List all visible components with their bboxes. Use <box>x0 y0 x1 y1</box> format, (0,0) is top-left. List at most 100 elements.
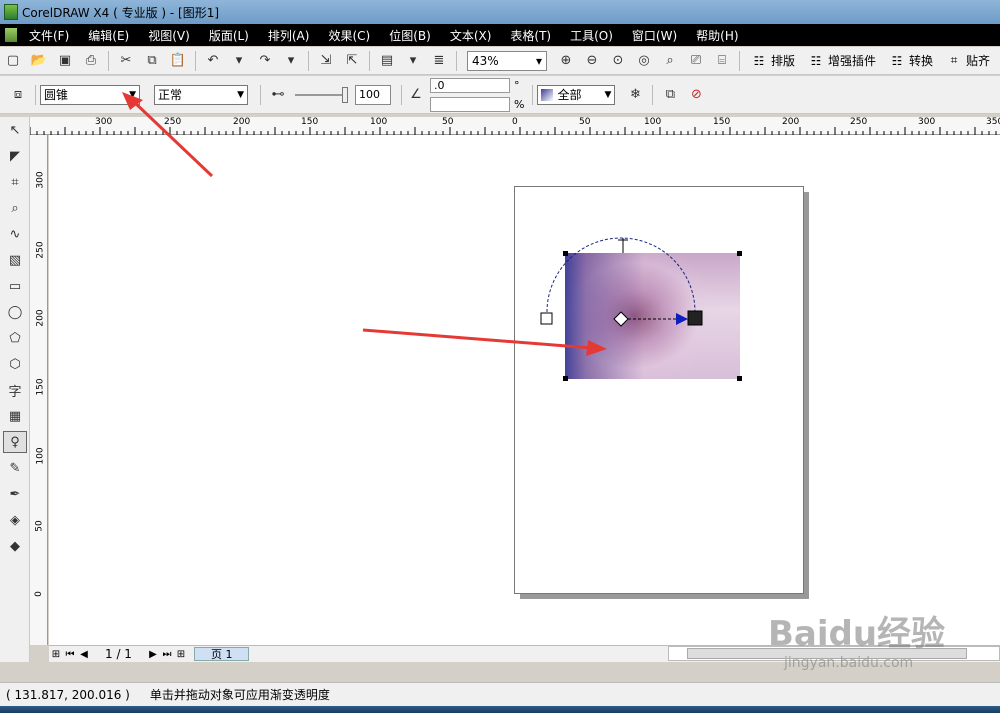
previous-page-icon[interactable]: ◀ <box>77 649 91 660</box>
clear-transparency-icon[interactable]: ⊘ <box>686 85 706 105</box>
rectangle-with-conical-transparency[interactable] <box>565 253 740 379</box>
layout-plugin-label: 排版 <box>771 54 796 68</box>
rectangle-tool-icon[interactable]: ▭ <box>3 275 27 297</box>
zoom-out-icon[interactable]: ⊖ <box>582 51 602 71</box>
copy-transparency-icon[interactable]: ⧉ <box>660 85 680 105</box>
undo-dropdown-icon[interactable]: ▾ <box>229 51 249 71</box>
horizontal-ruler[interactable]: 300 250 200 150 100 50 0 50 100 150 200 … <box>30 117 1000 135</box>
menu-view[interactable]: 视图(V) <box>148 27 190 44</box>
page-tab[interactable]: 页 1 <box>193 647 250 661</box>
transparency-type-select[interactable]: 圆锥 ▼ <box>40 84 140 105</box>
ellipse-tool-icon[interactable]: ◯ <box>3 301 27 323</box>
zoom-selected-icon[interactable]: ⊙ <box>608 51 628 71</box>
midpoint-slider[interactable] <box>295 86 348 103</box>
menu-window[interactable]: 窗口(W) <box>632 27 677 44</box>
basic-shapes-tool-icon[interactable]: ⬡ <box>3 353 27 375</box>
last-page-icon[interactable]: ⏭ <box>160 649 174 660</box>
pick-tool-icon[interactable]: ↖ <box>3 119 27 141</box>
crop-tool-icon[interactable]: ⌗ <box>3 171 27 193</box>
print-icon[interactable]: ⎙ <box>81 51 101 71</box>
menu-help[interactable]: 帮助(H) <box>696 27 738 44</box>
selection-handle[interactable] <box>737 251 742 256</box>
baidu-watermark: Baidu经验 jingyan.baidu.com <box>768 606 988 692</box>
freeze-transparency-icon[interactable]: ❄ <box>625 85 645 105</box>
undo-icon[interactable]: ↶ <box>203 51 223 71</box>
zoom-page-icon[interactable]: ⌕ <box>660 51 680 71</box>
paste-icon[interactable]: 📋 <box>168 51 188 71</box>
chevron-down-icon: ▾ <box>535 53 542 68</box>
polygon-tool-icon[interactable]: ⬠ <box>3 327 27 349</box>
midpoint-input[interactable]: 100 <box>355 84 391 105</box>
angle-input[interactable]: .0 <box>430 77 510 93</box>
menu-text[interactable]: 文本(X) <box>450 27 492 44</box>
smart-fill-tool-icon[interactable]: ▧ <box>3 249 27 271</box>
plugin-icon: ☷ <box>891 53 903 68</box>
next-page-icon[interactable]: ▶ <box>146 649 160 660</box>
text-tool-icon[interactable]: 字 <box>3 379 27 401</box>
edit-transparency-icon[interactable]: ⧈ <box>8 85 28 105</box>
separator <box>35 84 36 105</box>
new-document-icon[interactable]: ▢ <box>3 51 23 71</box>
add-page-after-icon[interactable]: ⊞ <box>174 649 188 660</box>
ruler-label: 100 <box>35 447 46 465</box>
redo-icon[interactable]: ↷ <box>255 51 275 71</box>
transparency-operation-select[interactable]: 正常 ▼ <box>154 84 248 105</box>
corel-connect-icon[interactable]: ≣ <box>429 51 449 71</box>
fill-tool-icon[interactable]: ◈ <box>3 509 27 531</box>
eyedropper-tool-icon[interactable]: ✎ <box>3 457 27 479</box>
transparency-tool-icon[interactable]: ♀ <box>3 431 27 453</box>
transparency-target-value: 全部 <box>557 88 582 102</box>
menu-bitmaps[interactable]: 位图(B) <box>389 27 431 44</box>
separator <box>652 84 654 105</box>
first-page-icon[interactable]: ⏮ <box>63 649 77 660</box>
document-icon[interactable] <box>5 28 17 42</box>
menu-tools[interactable]: 工具(O) <box>570 27 613 44</box>
import-icon[interactable]: ⇲ <box>316 51 336 71</box>
freehand-tool-icon[interactable]: ∿ <box>3 223 27 245</box>
transparency-operation-value: 正常 <box>158 88 183 102</box>
add-page-before-icon[interactable]: ⊞ <box>49 649 63 660</box>
watermark-main-text: Baidu经验 <box>768 614 946 654</box>
zoom-height-icon[interactable]: ⌸ <box>712 51 732 71</box>
menu-arrange[interactable]: 排列(A) <box>268 27 310 44</box>
menu-table[interactable]: 表格(T) <box>510 27 551 44</box>
menu-layout[interactable]: 版面(L) <box>209 27 249 44</box>
shape-tool-icon[interactable]: ◤ <box>3 145 27 167</box>
zoom-all-icon[interactable]: ◎ <box>634 51 654 71</box>
transparency-type-value: 圆锥 <box>44 88 69 102</box>
application-launcher-icon[interactable]: ▤ <box>377 51 397 71</box>
menu-edit[interactable]: 编辑(E) <box>88 27 129 44</box>
zoom-in-icon[interactable]: ⊕ <box>556 51 576 71</box>
cut-icon[interactable]: ✂ <box>116 51 136 71</box>
snap-plugin-button[interactable]: ⌗ 贴齐 <box>945 52 990 69</box>
outline-tool-icon[interactable]: ✒ <box>3 483 27 505</box>
chevron-down-icon: ▼ <box>237 89 244 100</box>
separator <box>108 50 109 71</box>
open-folder-icon[interactable]: 📂 <box>29 51 49 71</box>
document-page[interactable] <box>514 186 804 594</box>
zoom-level-select[interactable]: 43% ▾ <box>467 50 547 71</box>
convert-plugin-label: 转换 <box>909 54 934 68</box>
edge-pad-input[interactable] <box>430 96 510 112</box>
enhance-plugin-button[interactable]: ☷ 增强插件 <box>807 52 876 69</box>
transparency-target-select[interactable]: 全部 ▼ <box>537 84 616 105</box>
selection-handle[interactable] <box>737 376 742 381</box>
redo-dropdown-icon[interactable]: ▾ <box>281 51 301 71</box>
separator <box>739 50 740 71</box>
menu-effects[interactable]: 效果(C) <box>328 27 370 44</box>
layout-plugin-button[interactable]: ☷ 排版 <box>750 52 795 69</box>
save-icon[interactable]: ▣ <box>55 51 75 71</box>
copy-icon[interactable]: ⧉ <box>142 51 162 71</box>
slider-handle[interactable] <box>342 86 348 103</box>
selection-handle[interactable] <box>563 376 568 381</box>
selection-handle[interactable] <box>563 251 568 256</box>
zoom-width-icon[interactable]: ⎚ <box>686 51 706 71</box>
launcher-dropdown-icon[interactable]: ▾ <box>403 51 423 71</box>
menu-file[interactable]: 文件(F) <box>29 27 69 44</box>
convert-plugin-button[interactable]: ☷ 转换 <box>888 52 933 69</box>
interactive-fill-tool-icon[interactable]: ◆ <box>3 535 27 557</box>
export-icon[interactable]: ⇱ <box>342 51 362 71</box>
zoom-tool-icon[interactable]: ⌕ <box>3 197 27 219</box>
table-tool-icon[interactable]: ▦ <box>3 405 27 427</box>
vertical-ruler[interactable]: 300 250 200 150 100 50 0 <box>30 135 48 645</box>
